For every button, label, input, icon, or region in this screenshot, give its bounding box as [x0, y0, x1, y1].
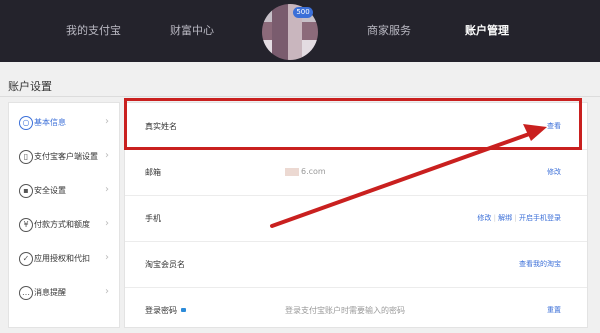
annotation-arrow	[270, 124, 547, 228]
